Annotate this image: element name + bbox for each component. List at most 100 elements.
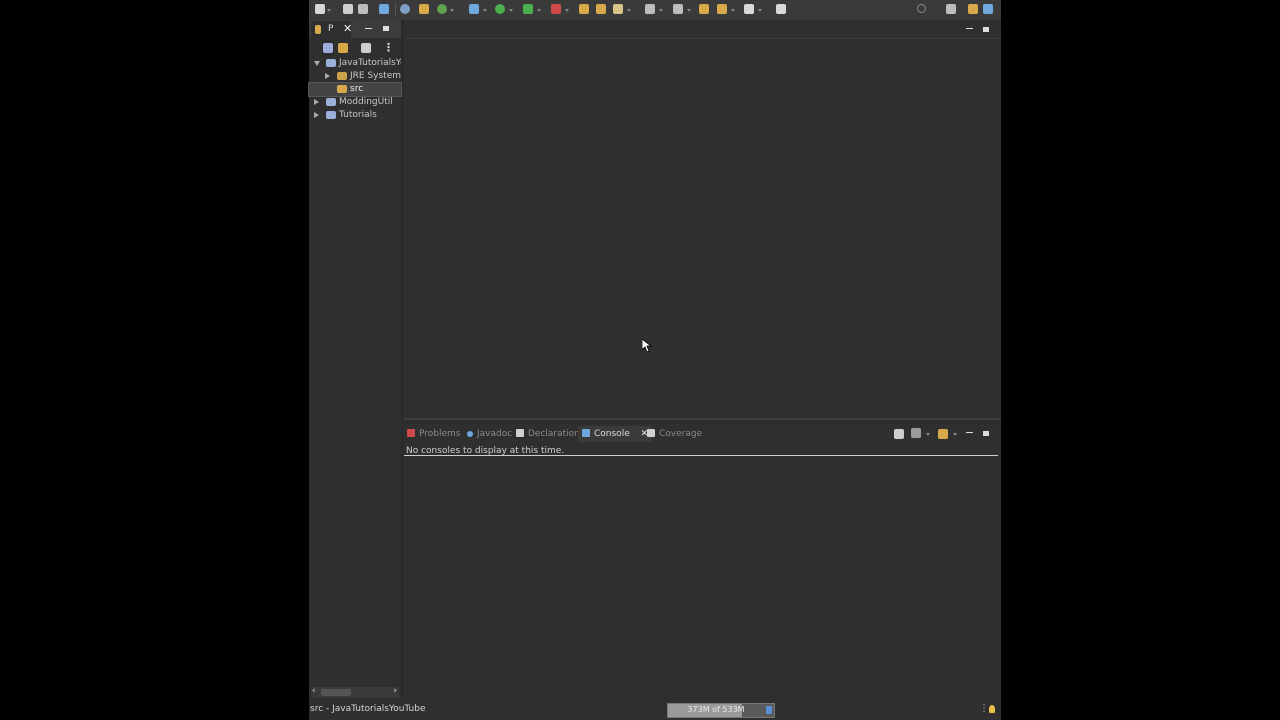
refresh-icon[interactable] <box>437 4 447 14</box>
status-menu-icon[interactable]: ⋮ <box>979 703 989 714</box>
tree-item-tutorials[interactable]: Tutorials <box>309 109 401 122</box>
collapse-all-icon[interactable] <box>323 43 333 53</box>
java-perspective-icon[interactable] <box>968 4 978 14</box>
status-bar: src - JavaTutorialsYouTube 373M of 533M … <box>309 700 1001 720</box>
package-explorer-toolbar: ⋮ <box>309 40 401 56</box>
tree-item-label: Tutorials <box>339 110 377 120</box>
pin-editor-icon[interactable] <box>776 4 786 14</box>
back-icon[interactable] <box>717 4 727 14</box>
external-tools-icon[interactable] <box>551 4 561 14</box>
run-icon[interactable] <box>495 4 505 14</box>
maximize-icon[interactable] <box>983 27 989 32</box>
forward-dropdown-icon[interactable] <box>758 9 762 12</box>
tab-declaration[interactable]: Declaration <box>516 428 580 440</box>
new-icon[interactable] <box>315 4 325 14</box>
main-toolbar <box>309 0 1001 20</box>
heap-status-label: 373M of 533M <box>687 705 745 714</box>
back-dropdown-icon[interactable] <box>731 9 735 12</box>
maximize-icon[interactable] <box>383 26 389 31</box>
view-menu-icon[interactable]: ⋮ <box>383 41 394 54</box>
open-console-icon[interactable] <box>894 429 904 439</box>
scroll-right-icon[interactable]: › <box>393 686 397 696</box>
search-dropdown-icon[interactable] <box>627 9 631 12</box>
coverage-icon[interactable] <box>523 4 533 14</box>
annotation-next-dropdown-icon[interactable] <box>659 9 663 12</box>
tree-item-jre-system-library[interactable]: JRE System L <box>309 70 401 83</box>
expand-arrow-icon[interactable] <box>314 112 319 118</box>
search-tool-icon[interactable] <box>613 4 623 14</box>
expand-arrow-icon[interactable] <box>325 73 330 79</box>
eclipse-window: P ✕ ⋮ JavaTutorialsYo JRE System L src <box>308 0 1001 720</box>
coverage-dropdown-icon[interactable] <box>537 9 541 12</box>
external-tools-dropdown-icon[interactable] <box>565 9 569 12</box>
collapse-arrow-icon[interactable] <box>314 61 320 66</box>
scrollbar-thumb[interactable] <box>321 689 351 696</box>
tab-declaration-label: Declaration <box>528 429 580 439</box>
annotation-prev-icon[interactable] <box>673 4 683 14</box>
save-all-icon[interactable] <box>358 4 368 14</box>
tab-console[interactable]: Console ✕ <box>578 426 653 442</box>
new-java-project-icon[interactable] <box>419 4 429 14</box>
problems-icon <box>407 429 415 437</box>
editor-border <box>404 418 1001 420</box>
tree-item-src[interactable]: src <box>308 82 402 97</box>
tree-item-javatutorialsyoutube[interactable]: JavaTutorialsYo <box>309 57 401 70</box>
console-divider <box>404 455 998 456</box>
debug-dropdown-icon[interactable] <box>483 9 487 12</box>
last-edit-icon[interactable] <box>699 4 709 14</box>
display-selected-console-icon[interactable] <box>911 428 921 438</box>
annotation-prev-dropdown-icon[interactable] <box>687 9 691 12</box>
pin-console-dropdown-icon[interactable] <box>953 433 957 436</box>
java-project-icon <box>326 98 336 106</box>
editor-area[interactable] <box>404 20 1001 420</box>
terminal-icon[interactable] <box>379 4 389 14</box>
status-selection-text: src - JavaTutorialsYouTube <box>310 704 426 714</box>
tab-coverage[interactable]: Coverage <box>647 428 702 440</box>
open-task-icon[interactable] <box>596 4 606 14</box>
save-icon[interactable] <box>343 4 353 14</box>
tree-item-moddingutil[interactable]: ModdingUtil <box>309 96 401 109</box>
new-dropdown-icon[interactable] <box>327 9 331 12</box>
open-perspective-icon[interactable] <box>946 4 956 14</box>
display-console-dropdown-icon[interactable] <box>926 433 930 436</box>
annotation-next-icon[interactable] <box>645 4 655 14</box>
tab-package-explorer-label: P <box>328 24 334 34</box>
minimize-icon[interactable] <box>966 28 973 29</box>
lightbulb-icon[interactable] <box>989 705 995 713</box>
maximize-icon[interactable] <box>983 431 989 436</box>
minimize-icon[interactable] <box>365 28 372 29</box>
tree-item-label: JavaTutorialsYo <box>339 58 401 68</box>
link-with-editor-icon[interactable] <box>338 43 348 53</box>
horizontal-scrollbar[interactable]: ‹ › <box>311 686 399 698</box>
scroll-left-icon[interactable]: ‹ <box>312 686 316 696</box>
debug-icon[interactable] <box>469 4 479 14</box>
tab-problems[interactable]: Problems <box>407 428 460 440</box>
expand-arrow-icon[interactable] <box>314 99 319 105</box>
tab-problems-label: Problems <box>419 429 461 439</box>
tree-item-label: ModdingUtil <box>339 97 393 107</box>
pin-console-icon[interactable] <box>938 429 948 439</box>
debug-perspective-icon[interactable] <box>983 4 993 14</box>
run-dropdown-icon[interactable] <box>509 9 513 12</box>
focus-icon[interactable] <box>361 43 371 53</box>
package-explorer-icon <box>315 25 321 34</box>
close-icon[interactable]: ✕ <box>343 22 352 35</box>
package-explorer-tabbar: P ✕ <box>309 20 401 38</box>
tab-javadoc[interactable]: Javadoc <box>467 428 512 440</box>
heap-status[interactable]: 373M of 533M <box>667 703 775 718</box>
console-icon <box>582 429 590 437</box>
search-icon[interactable] <box>917 4 926 13</box>
open-type-icon[interactable] <box>579 4 589 14</box>
skip-breakpoints-icon[interactable] <box>400 4 410 14</box>
tab-package-explorer[interactable]: P ✕ <box>311 21 352 38</box>
pointer-icon <box>641 338 653 353</box>
forward-icon[interactable] <box>744 4 754 14</box>
minimize-icon[interactable] <box>966 432 973 433</box>
tab-javadoc-label: Javadoc <box>477 429 513 439</box>
package-explorer-panel: P ✕ ⋮ JavaTutorialsYo JRE System L src <box>308 20 402 700</box>
declaration-icon <box>516 429 524 437</box>
bottom-panel-tabbar: Problems Javadoc Declaration Console ✕ C… <box>404 424 1001 443</box>
tab-console-label: Console <box>594 429 630 439</box>
garbage-collect-icon[interactable] <box>766 706 772 714</box>
refresh-dropdown-icon[interactable] <box>450 9 454 12</box>
